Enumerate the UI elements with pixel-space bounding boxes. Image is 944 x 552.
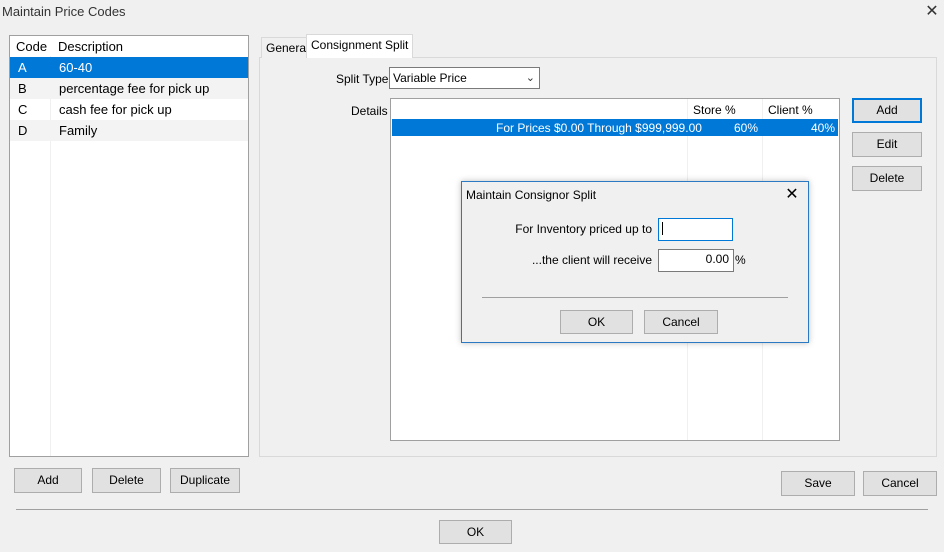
add-code-button[interactable]: Add	[14, 468, 82, 493]
description-cell: 60-40	[59, 60, 93, 75]
percent-sign: %	[735, 253, 746, 267]
save-button[interactable]: Save	[781, 471, 855, 496]
code-cell: B	[18, 81, 27, 96]
range-cell: For Prices $0.00 Through $999,999.00	[496, 121, 702, 135]
duplicate-code-button[interactable]: Duplicate	[170, 468, 240, 493]
dialog-cancel-button[interactable]: Cancel	[644, 310, 718, 334]
title-bar	[0, 0, 944, 24]
description-column-header[interactable]: Description	[58, 39, 123, 54]
client-percent-cell: 40%	[811, 121, 836, 135]
split-type-select[interactable]: Variable Price ⌄	[389, 67, 540, 89]
description-cell: percentage fee for pick up	[59, 81, 210, 96]
code-cell: C	[18, 102, 28, 117]
price-limit-input[interactable]	[658, 218, 733, 241]
consignor-split-dialog: Maintain Consignor Split ✕ For Inventory…	[461, 181, 809, 343]
dialog-ok-button[interactable]: OK	[560, 310, 633, 334]
code-cell: D	[18, 123, 28, 138]
list-header: Code Description	[10, 36, 248, 56]
delete-code-button[interactable]: Delete	[92, 468, 161, 493]
store-column-header[interactable]: Store %	[693, 103, 736, 117]
delete-split-button[interactable]: Delete	[852, 166, 922, 191]
dialog-close-icon[interactable]: ✕	[782, 184, 802, 204]
tab-consignment-split[interactable]: Consignment Split	[306, 34, 414, 58]
price-codes-list[interactable]: Code Description A 60-40 B percentage fe…	[9, 35, 249, 457]
list-item[interactable]: B percentage fee for pick up	[10, 78, 248, 99]
list-item[interactable]: D Family	[10, 120, 248, 141]
divider	[482, 297, 788, 298]
footer-divider	[16, 509, 928, 510]
split-type-value: Variable Price	[393, 71, 467, 85]
code-cell: A	[18, 60, 27, 75]
price-limit-label: For Inventory priced up to	[515, 222, 652, 236]
window-title: Maintain Price Codes	[2, 4, 126, 19]
client-percent-input[interactable]: 0.00	[658, 249, 734, 272]
details-label: Details	[351, 104, 388, 118]
store-percent-cell: 60%	[734, 121, 759, 135]
chevron-down-icon: ⌄	[525, 72, 535, 84]
client-percent-label: ...the client will receive	[531, 253, 652, 267]
list-item[interactable]: A 60-40	[10, 57, 248, 78]
table-row[interactable]: For Prices $0.00 Through $999,999.00 60%…	[392, 119, 838, 136]
cancel-button[interactable]: Cancel	[863, 471, 937, 496]
dialog-title: Maintain Consignor Split	[466, 188, 597, 202]
split-type-label: Split Type	[336, 72, 389, 86]
window-close-icon[interactable]: ✕	[922, 2, 942, 22]
edit-split-button[interactable]: Edit	[852, 132, 922, 157]
description-cell: cash fee for pick up	[59, 102, 172, 117]
client-column-header[interactable]: Client %	[768, 103, 813, 117]
add-split-button[interactable]: Add	[852, 98, 922, 123]
description-cell: Family	[59, 123, 98, 138]
code-column-header[interactable]: Code	[16, 39, 47, 54]
text-cursor	[662, 222, 663, 236]
list-item[interactable]: C cash fee for pick up	[10, 99, 248, 120]
ok-button[interactable]: OK	[439, 520, 512, 544]
